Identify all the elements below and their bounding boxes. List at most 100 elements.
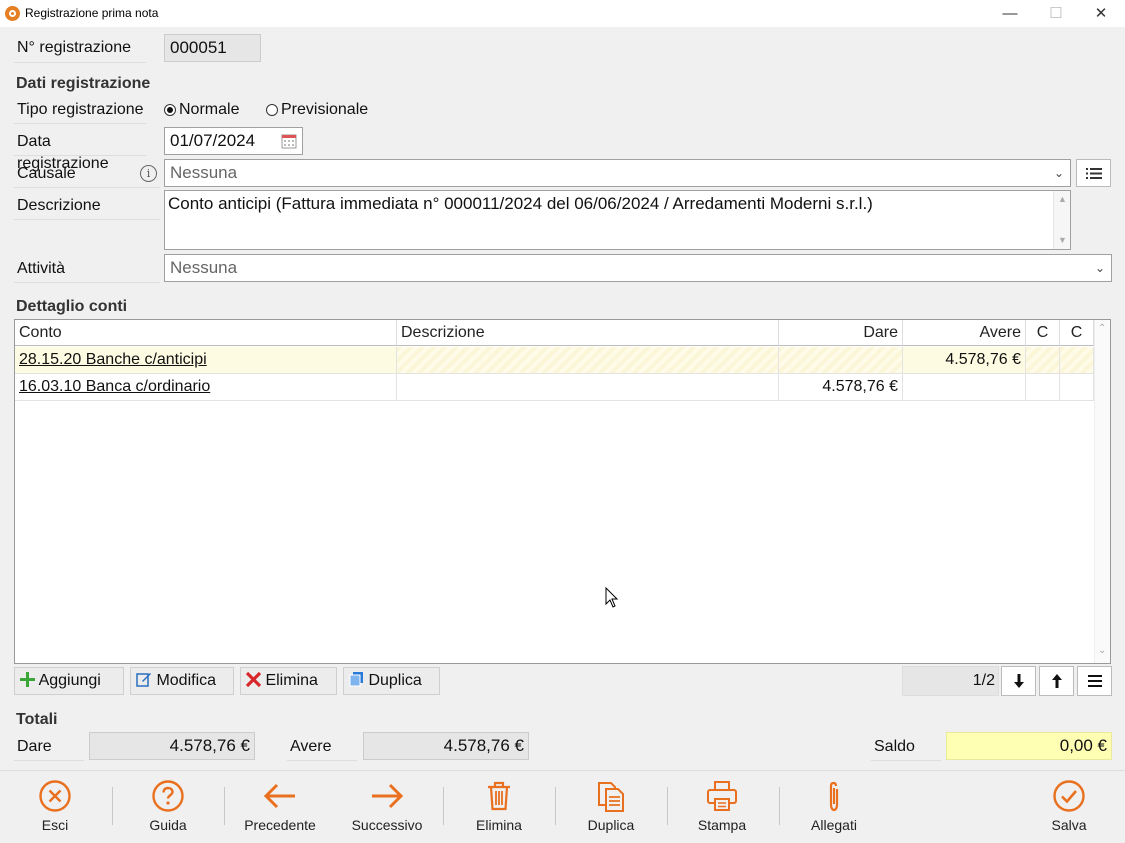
- column-header-avere[interactable]: Avere: [903, 320, 1026, 346]
- arrow-up-icon: [1051, 674, 1062, 688]
- attivita-select[interactable]: Nessuna ⌄: [164, 254, 1112, 282]
- table-row-1-c2[interactable]: [1060, 347, 1094, 374]
- footer-separator: [667, 787, 668, 825]
- table-row-2-conto[interactable]: 16.03.10 Banca c/ordinario: [15, 374, 397, 401]
- totali-avere-label: Avere: [287, 736, 357, 761]
- app-logo-icon: [5, 6, 20, 21]
- radio-normale[interactable]: Normale: [164, 101, 239, 119]
- table-row-1-avere[interactable]: 4.578,76 €: [903, 347, 1026, 374]
- help-icon: [152, 780, 184, 812]
- descrizione-label: Descrizione: [14, 195, 160, 220]
- column-header-c2[interactable]: C: [1060, 320, 1094, 346]
- saldo-label: Saldo: [871, 736, 941, 761]
- radio-previsionale-indicator[interactable]: [266, 103, 278, 116]
- mouse-cursor-icon: [605, 587, 619, 608]
- column-header-descrizione[interactable]: Descrizione: [397, 320, 779, 346]
- table-row-2-descrizione[interactable]: [397, 374, 779, 401]
- causale-select[interactable]: Nessuna ⌄: [164, 159, 1071, 187]
- dettaglio-conti-heading: Dettaglio conti: [16, 298, 128, 315]
- scroll-down-icon[interactable]: ▼: [1058, 235, 1067, 245]
- scroll-down-icon[interactable]: ⌄: [1098, 645, 1106, 656]
- salva-button[interactable]: Salva: [1024, 771, 1114, 843]
- title-bar: Registrazione prima nota — ☐ ✕: [0, 0, 1125, 27]
- move-down-button[interactable]: [1001, 666, 1036, 696]
- precedente-button[interactable]: Precedente: [235, 771, 325, 843]
- table-row-1-descrizione[interactable]: [397, 347, 779, 374]
- table-row-1-conto[interactable]: 28.15.20 Banche c/anticipi: [15, 347, 397, 374]
- radio-normale-label: Normale: [179, 101, 240, 118]
- numero-registrazione-field: 000051: [164, 34, 261, 62]
- aggiungi-button[interactable]: Aggiungi: [14, 667, 124, 695]
- allegati-button[interactable]: Allegati: [789, 771, 879, 843]
- table-row-1-c1[interactable]: [1026, 347, 1060, 374]
- totali-avere-value: 4.578,76 €: [363, 732, 529, 760]
- esci-button[interactable]: Esci: [10, 771, 100, 843]
- column-header-c1[interactable]: C: [1026, 320, 1060, 346]
- duplica-row-button[interactable]: Duplica: [343, 667, 440, 695]
- scroll-up-icon[interactable]: ⌃: [1098, 323, 1106, 334]
- attivita-value: Nessuna: [170, 258, 238, 277]
- chevron-down-icon: ⌄: [1094, 261, 1105, 275]
- causale-value: Nessuna: [170, 163, 238, 182]
- move-up-button[interactable]: [1039, 666, 1074, 696]
- radio-normale-indicator[interactable]: [164, 103, 176, 116]
- conto-link[interactable]: 28.15.20 Banche c/anticipi: [19, 351, 207, 368]
- duplica-row-label: Duplica: [368, 672, 422, 689]
- precedente-label: Precedente: [244, 817, 316, 833]
- footer-separator: [779, 787, 780, 825]
- totali-dare-value: 4.578,76 €: [89, 732, 255, 760]
- duplica-label: Duplica: [587, 817, 635, 833]
- conti-grid[interactable]: Conto Descrizione Dare Avere C C 28.15.2…: [14, 319, 1111, 664]
- duplica-button[interactable]: Duplica: [566, 771, 656, 843]
- menu-button[interactable]: [1077, 666, 1112, 696]
- footer-separator: [555, 787, 556, 825]
- calendar-icon[interactable]: [281, 133, 297, 149]
- table-row-2-c2[interactable]: [1060, 374, 1094, 401]
- elimina-row-label: Elimina: [265, 672, 318, 689]
- stampa-label: Stampa: [697, 817, 747, 833]
- arrow-left-icon: [263, 783, 295, 809]
- maximize-button[interactable]: ☐: [1033, 0, 1079, 27]
- grid-scrollbar[interactable]: ⌃ ⌄: [1094, 320, 1110, 663]
- guida-button[interactable]: Guida: [123, 771, 213, 843]
- descrizione-scrollbar[interactable]: ▲ ▼: [1053, 191, 1070, 249]
- successivo-button[interactable]: Successivo: [342, 771, 432, 843]
- chevron-down-icon: ⌄: [1053, 166, 1064, 180]
- list-icon: [1086, 168, 1102, 179]
- footer-separator: [112, 787, 113, 825]
- close-button[interactable]: ✕: [1078, 0, 1124, 27]
- descrizione-value: Conto anticipi (Fattura immediata n° 000…: [168, 194, 873, 213]
- modifica-label: Modifica: [156, 672, 217, 689]
- elimina-row-button[interactable]: Elimina: [240, 667, 337, 695]
- allegati-label: Allegati: [811, 817, 857, 833]
- printer-icon: [707, 781, 737, 811]
- attivita-label: Attività: [14, 258, 160, 283]
- scroll-up-icon[interactable]: ▲: [1058, 194, 1067, 204]
- arrow-down-icon: [1013, 674, 1024, 688]
- table-row-1-dare[interactable]: [779, 347, 903, 374]
- minimize-button[interactable]: —: [987, 0, 1033, 27]
- elimina-button[interactable]: Elimina: [454, 771, 544, 843]
- modifica-button[interactable]: Modifica: [130, 667, 234, 695]
- table-row-2-avere[interactable]: [903, 374, 1026, 401]
- totali-dare-label: Dare: [14, 736, 84, 761]
- conto-link[interactable]: 16.03.10 Banca c/ordinario: [19, 378, 210, 395]
- data-registrazione-label: Data registrazione: [14, 131, 146, 172]
- column-header-dare[interactable]: Dare: [779, 320, 903, 346]
- bottom-toolbar: Esci Guida Precedente Successivo Elimina: [0, 770, 1125, 843]
- causale-list-button[interactable]: [1076, 159, 1111, 187]
- copy-icon: [349, 672, 363, 687]
- descrizione-textarea[interactable]: Conto anticipi (Fattura immediata n° 000…: [164, 190, 1071, 250]
- aggiungi-label: Aggiungi: [38, 672, 101, 689]
- column-header-conto[interactable]: Conto: [15, 320, 397, 346]
- table-row-2-c1[interactable]: [1026, 374, 1060, 401]
- trash-icon: [488, 781, 510, 811]
- stampa-button[interactable]: Stampa: [677, 771, 767, 843]
- hamburger-icon: [1087, 675, 1102, 687]
- paperclip-icon: [829, 781, 839, 812]
- info-icon[interactable]: i: [140, 165, 157, 182]
- table-row-2-dare[interactable]: 4.578,76 €: [779, 374, 903, 401]
- radio-previsionale-label: Previsionale: [281, 101, 369, 118]
- radio-previsionale[interactable]: Previsionale: [266, 101, 368, 119]
- data-registrazione-field[interactable]: 01/07/2024: [164, 127, 303, 155]
